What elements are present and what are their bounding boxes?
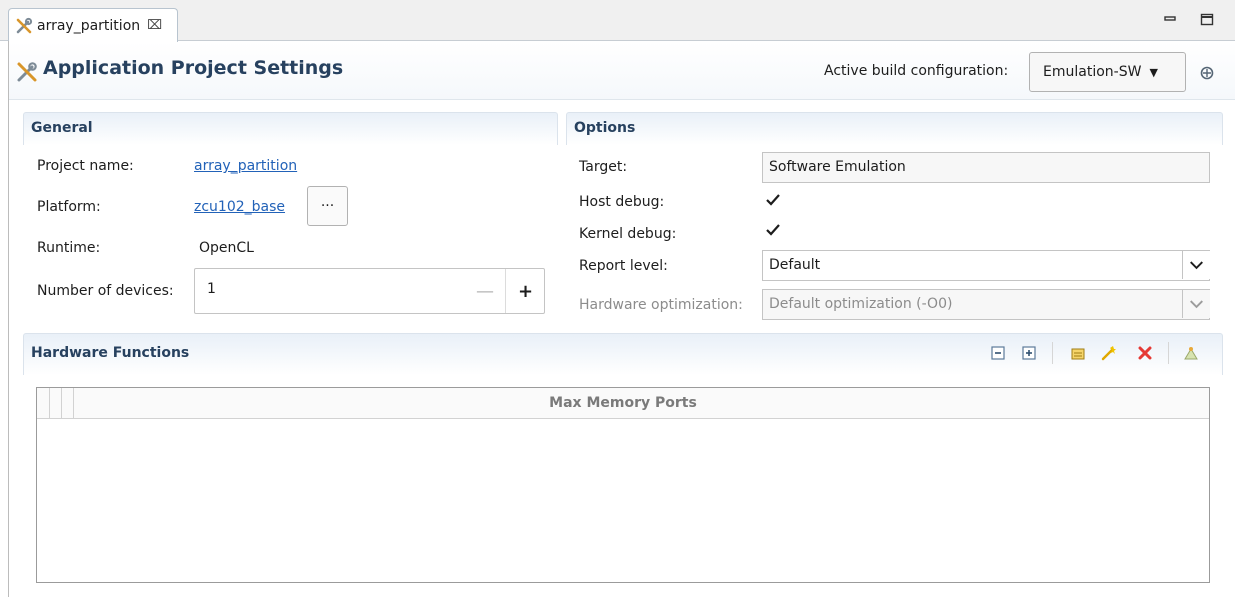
page-title: Application Project Settings bbox=[43, 57, 344, 79]
chevron-down-icon: ▼ bbox=[1149, 65, 1158, 79]
report-level-dropdown[interactable]: Default bbox=[762, 250, 1210, 281]
decrement-button[interactable]: — bbox=[465, 269, 505, 313]
hw-optimization-label: Hardware optimization: bbox=[579, 297, 743, 313]
project-name-link[interactable]: array_partition bbox=[194, 158, 297, 174]
platform-link[interactable]: zcu102_base bbox=[194, 199, 285, 215]
build-config-value: Emulation-SW bbox=[1043, 64, 1142, 80]
target-label: Target: bbox=[579, 159, 628, 175]
runtime-value: OpenCL bbox=[199, 240, 254, 256]
kernel-debug-label: Kernel debug: bbox=[579, 226, 677, 242]
tools-icon bbox=[16, 17, 33, 33]
project-name-label: Project name: bbox=[37, 158, 134, 174]
options-section-header: Options bbox=[566, 112, 1223, 145]
browse-platform-button[interactable]: ··· bbox=[307, 186, 348, 226]
target-field[interactable]: Software Emulation bbox=[762, 152, 1210, 183]
hardware-functions-table[interactable]: Max Memory Ports bbox=[36, 387, 1210, 583]
chevron-down-icon[interactable] bbox=[1182, 290, 1210, 318]
hardware-functions-header: Hardware Functions bbox=[23, 333, 1223, 375]
editor-tab-strip bbox=[0, 0, 1235, 41]
platform-label: Platform: bbox=[37, 199, 101, 215]
devices-label: Number of devices: bbox=[37, 283, 174, 299]
hw-optimization-dropdown[interactable]: Default optimization (-O0) bbox=[762, 289, 1210, 320]
build-config-label: Active build configuration: bbox=[824, 63, 1009, 79]
max-memory-ports-header[interactable]: Max Memory Ports bbox=[37, 395, 1209, 411]
editor-tab-array-partition[interactable]: array_partition ⌧ bbox=[8, 8, 178, 42]
report-level-value: Default bbox=[769, 257, 821, 273]
hammer-icon[interactable] bbox=[1199, 65, 1215, 81]
table-header: Max Memory Ports bbox=[37, 388, 1209, 419]
minimize-icon[interactable] bbox=[1163, 12, 1177, 26]
delete-icon[interactable] bbox=[1137, 345, 1153, 361]
close-icon[interactable]: ⌧ bbox=[147, 18, 162, 33]
editor-tab-title: array_partition bbox=[37, 17, 141, 34]
chevron-down-icon[interactable] bbox=[1182, 251, 1210, 279]
form-header: Application Project Settings Active buil… bbox=[9, 42, 1235, 100]
build-config-dropdown[interactable]: Emulation-SW ▼ bbox=[1029, 52, 1186, 92]
expand-all-icon[interactable] bbox=[1021, 345, 1037, 361]
collapse-all-icon[interactable] bbox=[990, 345, 1006, 361]
hw-optimization-value: Default optimization (-O0) bbox=[769, 296, 953, 312]
devices-spinner[interactable]: 1 — + bbox=[194, 268, 545, 314]
devices-value[interactable]: 1 bbox=[207, 281, 216, 297]
host-debug-label: Host debug: bbox=[579, 194, 665, 210]
add-function-icon[interactable] bbox=[1070, 345, 1086, 361]
increment-button[interactable]: + bbox=[505, 269, 545, 313]
kernel-debug-checkbox[interactable] bbox=[765, 222, 781, 238]
editor-border bbox=[8, 41, 9, 597]
tools-icon bbox=[17, 62, 37, 82]
host-debug-checkbox[interactable] bbox=[765, 192, 781, 208]
toolbar-separator bbox=[1168, 342, 1169, 364]
edit-function-icon[interactable] bbox=[1101, 345, 1117, 361]
settings-icon[interactable] bbox=[1183, 345, 1199, 361]
report-level-label: Report level: bbox=[579, 258, 668, 274]
runtime-label: Runtime: bbox=[37, 240, 101, 256]
maximize-icon[interactable] bbox=[1200, 12, 1214, 26]
toolbar-separator bbox=[1052, 342, 1053, 364]
general-section-header: General bbox=[23, 112, 558, 145]
